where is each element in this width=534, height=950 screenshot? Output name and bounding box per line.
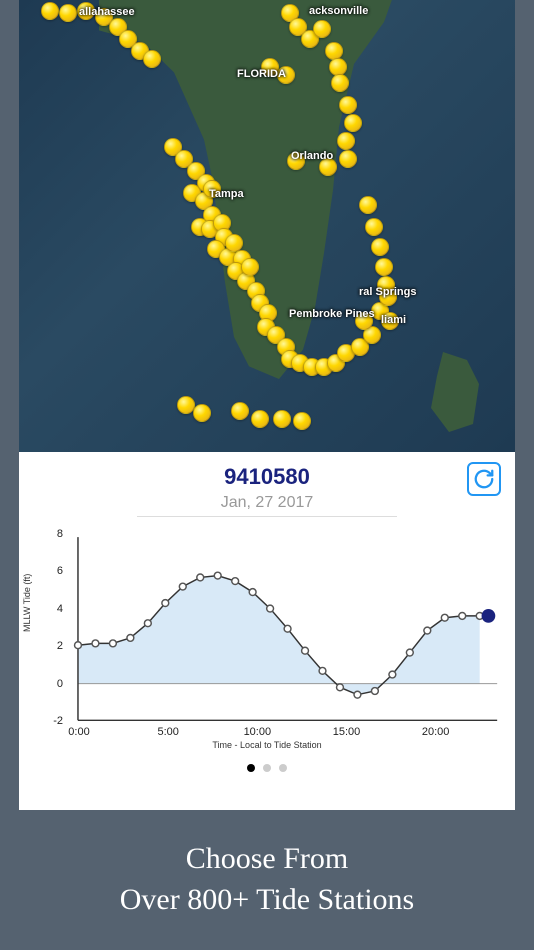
x-tick: 10:00 — [244, 726, 272, 738]
chart-date-label: Jan, 27 2017 — [29, 490, 505, 512]
city-label: Pembroke Pines — [289, 308, 375, 320]
station-id-label: 9410580 — [29, 460, 505, 490]
x-axis-label: Time - Local to Tide Station — [212, 740, 321, 750]
city-label: allahassee — [79, 6, 135, 18]
tide-chart-card: 9410580 Jan, 27 2017 MLLW Tide (ft) Time… — [19, 452, 515, 784]
y-tick: 4 — [33, 603, 63, 615]
station-marker[interactable] — [293, 412, 311, 430]
station-marker[interactable] — [241, 258, 259, 276]
promo-caption: Choose From Over 800+ Tide Stations — [0, 839, 534, 920]
station-marker[interactable] — [313, 20, 331, 38]
station-marker[interactable] — [339, 150, 357, 168]
station-marker[interactable] — [273, 410, 291, 428]
station-marker[interactable] — [359, 196, 377, 214]
page-dot[interactable] — [247, 764, 255, 772]
station-marker[interactable] — [41, 2, 59, 20]
y-tick: -2 — [33, 715, 63, 727]
divider — [137, 516, 397, 517]
station-marker[interactable] — [331, 74, 349, 92]
chart-plot-area — [29, 527, 505, 752]
y-tick: 0 — [33, 678, 63, 690]
city-label: ral Springs — [359, 286, 416, 298]
station-marker[interactable] — [59, 4, 77, 22]
map-view[interactable]: allahassee acksonville FLORIDA Orlando Tampa… — [19, 0, 515, 452]
x-tick: 5:00 — [157, 726, 178, 738]
y-tick: 2 — [33, 640, 63, 652]
promo-line-1: Choose From — [0, 839, 534, 880]
station-marker[interactable] — [375, 258, 393, 276]
city-label: liami — [381, 314, 406, 326]
station-marker[interactable] — [251, 410, 269, 428]
city-label: FLORIDA — [237, 68, 286, 80]
page-dot[interactable] — [263, 764, 271, 772]
page-dot[interactable] — [279, 764, 287, 772]
station-marker[interactable] — [193, 404, 211, 422]
station-marker[interactable] — [143, 50, 161, 68]
station-marker[interactable] — [325, 42, 343, 60]
station-marker[interactable] — [371, 238, 389, 256]
y-axis-label: MLLW Tide (ft) — [22, 574, 32, 632]
city-label: acksonville — [309, 5, 368, 17]
station-marker[interactable] — [339, 96, 357, 114]
promo-line-2: Over 800+ Tide Stations — [0, 880, 534, 921]
x-tick: 15:00 — [333, 726, 361, 738]
station-marker[interactable] — [231, 402, 249, 420]
city-label: Tampa — [209, 188, 244, 200]
station-marker[interactable] — [365, 218, 383, 236]
station-marker[interactable] — [337, 132, 355, 150]
station-marker[interactable] — [344, 114, 362, 132]
y-tick: 6 — [33, 565, 63, 577]
city-label: Orlando — [291, 150, 333, 162]
x-tick: 0:00 — [68, 726, 89, 738]
refresh-button[interactable] — [467, 462, 501, 496]
landmass-island — [425, 352, 485, 432]
app-screen: allahassee acksonville FLORIDA Orlando Tampa… — [19, 0, 515, 810]
x-tick: 20:00 — [422, 726, 450, 738]
tide-chart[interactable]: MLLW Tide (ft) Time - Local to Tide Stat… — [29, 527, 505, 752]
y-tick: 8 — [33, 528, 63, 540]
